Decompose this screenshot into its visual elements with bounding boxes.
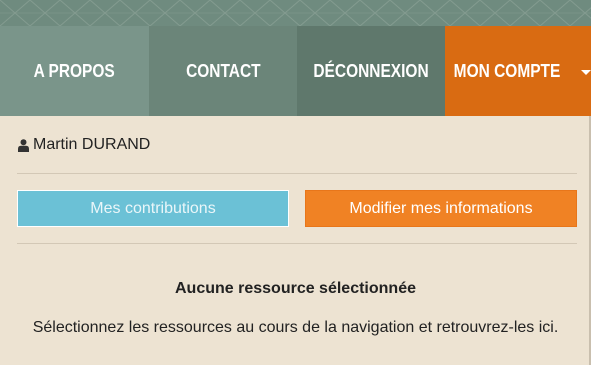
header-pattern — [0, 0, 591, 26]
nav-contact-label: CONTACT — [185, 60, 261, 81]
user-icon — [18, 138, 29, 152]
divider — [17, 243, 577, 244]
empty-state-title: Aucune ressource sélectionnée — [175, 280, 416, 297]
nav-deconnexion-label: DÉCONNEXION — [313, 60, 429, 81]
nav-mon-compte[interactable]: MON COMPTE — [445, 26, 591, 116]
main-navbar: A PROPOS CONTACT DÉCONNEXION MON COMPTE — [0, 26, 591, 116]
user-name: Martin DURAND — [33, 136, 151, 153]
nav-apropos[interactable]: A PROPOS — [0, 26, 149, 116]
caret-down-icon — [581, 69, 591, 75]
mes-contributions-button[interactable]: Mes contributions — [17, 190, 289, 227]
account-dropdown: Martin DURAND Mes contributions Modifier… — [0, 116, 591, 365]
nav-apropos-label: A PROPOS — [33, 60, 116, 81]
nav-contact[interactable]: CONTACT — [149, 26, 297, 116]
empty-state-text: Sélectionnez les ressources au cours de … — [32, 319, 559, 336]
divider — [17, 173, 577, 174]
nav-mon-compte-label: MON COMPTE — [453, 60, 561, 81]
nav-deconnexion[interactable]: DÉCONNEXION — [297, 26, 445, 116]
modifier-informations-button[interactable]: Modifier mes informations — [305, 190, 577, 227]
user-info: Martin DURAND — [18, 136, 150, 154]
